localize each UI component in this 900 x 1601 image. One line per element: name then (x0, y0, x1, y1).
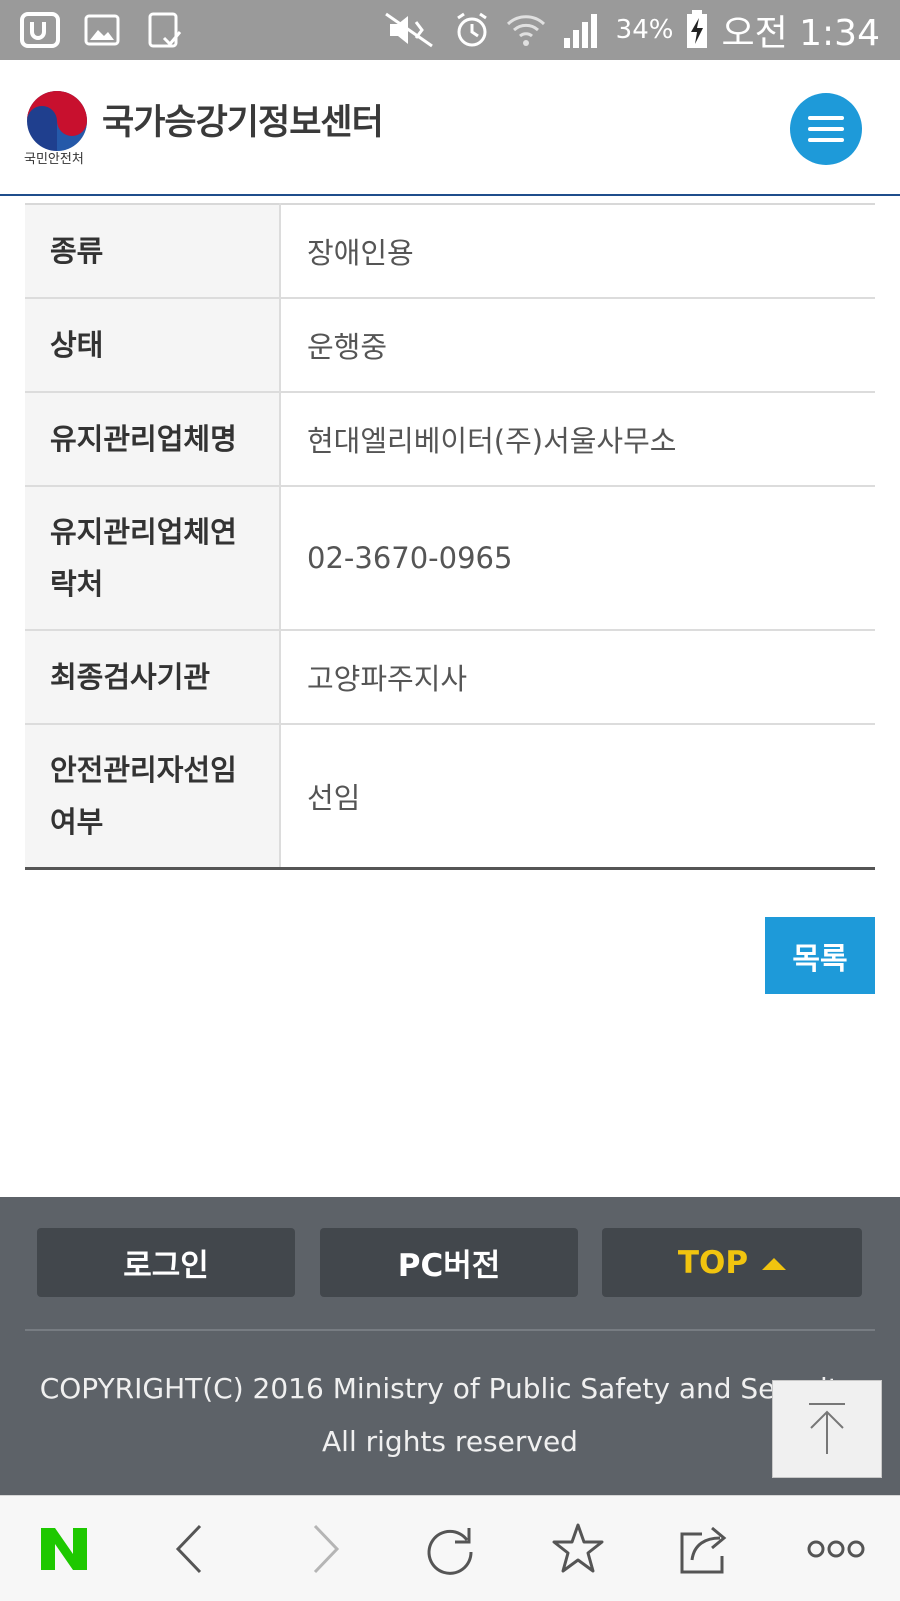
copyright: COPYRIGHT(C) 2016 Ministry of Public Saf… (0, 1362, 900, 1468)
menu-button[interactable] (790, 93, 862, 165)
row-value-maintenance-company: 현대엘리베이터(주)서울사무소 (307, 424, 677, 458)
row-value-status: 운행중 (307, 330, 388, 364)
mute-vibrate-icon (384, 12, 433, 48)
app-notification-icon (20, 12, 60, 48)
hamburger-icon-line (808, 116, 844, 120)
site-title[interactable]: 국가승강기정보센터 (102, 94, 384, 145)
table-row: 안전관리자선임여부 선임 (25, 724, 875, 868)
bookmark-button[interactable] (528, 1496, 628, 1601)
row-value-type: 장애인용 (307, 236, 414, 270)
row-value-maintenance-contact[interactable]: 02-3670-0965 (280, 486, 875, 630)
refresh-icon (427, 1527, 473, 1575)
signal-icon (563, 14, 597, 48)
row-label-inspection-agency: 최종검사기관 (25, 630, 281, 724)
clock: 오전 1:34 (721, 13, 880, 54)
notification-icons (18, 10, 186, 50)
arrow-up-icon (809, 1403, 845, 1454)
hamburger-icon-line (808, 127, 844, 131)
back-icon (175, 1524, 202, 1573)
forward-icon (313, 1524, 340, 1573)
government-logo-icon[interactable] (24, 88, 90, 154)
naver-icon (41, 1527, 87, 1570)
row-label-safety-manager: 안전관리자선임여부 (25, 724, 281, 868)
wifi-icon (506, 15, 545, 46)
elevator-detail-table: 종류 장애인용 상태 운행중 유지관리업체명 현대엘리베이터(주)서울사무소 유… (25, 203, 875, 870)
login-button[interactable]: 로그인 (37, 1228, 295, 1297)
table-row: 최종검사기관 고양파주지사 (25, 630, 875, 724)
share-icon (680, 1526, 727, 1573)
logo-subtitle: 국민안전처 (24, 152, 84, 167)
share-button[interactable] (656, 1496, 756, 1601)
battery-percentage: 34% (615, 15, 674, 45)
refresh-button[interactable] (400, 1496, 500, 1601)
alarm-icon (456, 12, 487, 47)
row-value-safety-manager: 선임 (307, 780, 361, 815)
system-indicators: 34% 오전 1:34 (380, 8, 880, 54)
top-button[interactable]: TOP (602, 1228, 862, 1297)
battery-charging-icon (687, 10, 708, 48)
browser-toolbar (0, 1495, 900, 1601)
forward-button[interactable] (275, 1496, 375, 1601)
list-button[interactable]: 목록 (765, 917, 875, 994)
site-footer: 로그인 PC버전 TOP COPYRIGHT(C) 2016 Ministry … (0, 1197, 900, 1495)
scroll-to-top-button[interactable] (772, 1380, 882, 1478)
more-icon (807, 1540, 865, 1557)
naver-home-button[interactable] (14, 1496, 114, 1601)
download-complete-icon (148, 12, 182, 48)
table-row: 유지관리업체명 현대엘리베이터(주)서울사무소 (25, 392, 875, 486)
gallery-icon (84, 14, 120, 46)
row-label-maintenance-company: 유지관리업체명 (25, 392, 281, 486)
row-label-type: 종류 (25, 204, 281, 298)
copyright-line: COPYRIGHT(C) 2016 Ministry of Public Saf… (39, 1372, 861, 1405)
copyright-line: All rights reserved (322, 1425, 578, 1458)
row-label-status: 상태 (25, 298, 281, 392)
footer-divider (25, 1329, 875, 1331)
more-button[interactable] (786, 1496, 886, 1601)
row-label-maintenance-contact: 유지관리업체연락처 (25, 486, 281, 630)
table-row: 유지관리업체연락처 02-3670-0965 (25, 486, 875, 630)
status-bar: 34% 오전 1:34 (0, 0, 900, 60)
caret-up-icon (762, 1257, 787, 1270)
row-value-inspection-agency: 고양파주지사 (307, 662, 468, 696)
top-label: TOP (677, 1244, 749, 1281)
table-row: 종류 장애인용 (25, 204, 875, 298)
hamburger-icon-line (808, 138, 844, 142)
bookmark-icon (552, 1523, 604, 1572)
pc-version-button[interactable]: PC버전 (320, 1228, 578, 1297)
table-row: 상태 운행중 (25, 298, 875, 392)
login-label: 로그인 (123, 1248, 209, 1284)
back-button[interactable] (140, 1496, 240, 1601)
pc-version-label: PC버전 (397, 1248, 501, 1284)
site-header: 국민안전처 국가승강기정보센터 (0, 60, 900, 196)
